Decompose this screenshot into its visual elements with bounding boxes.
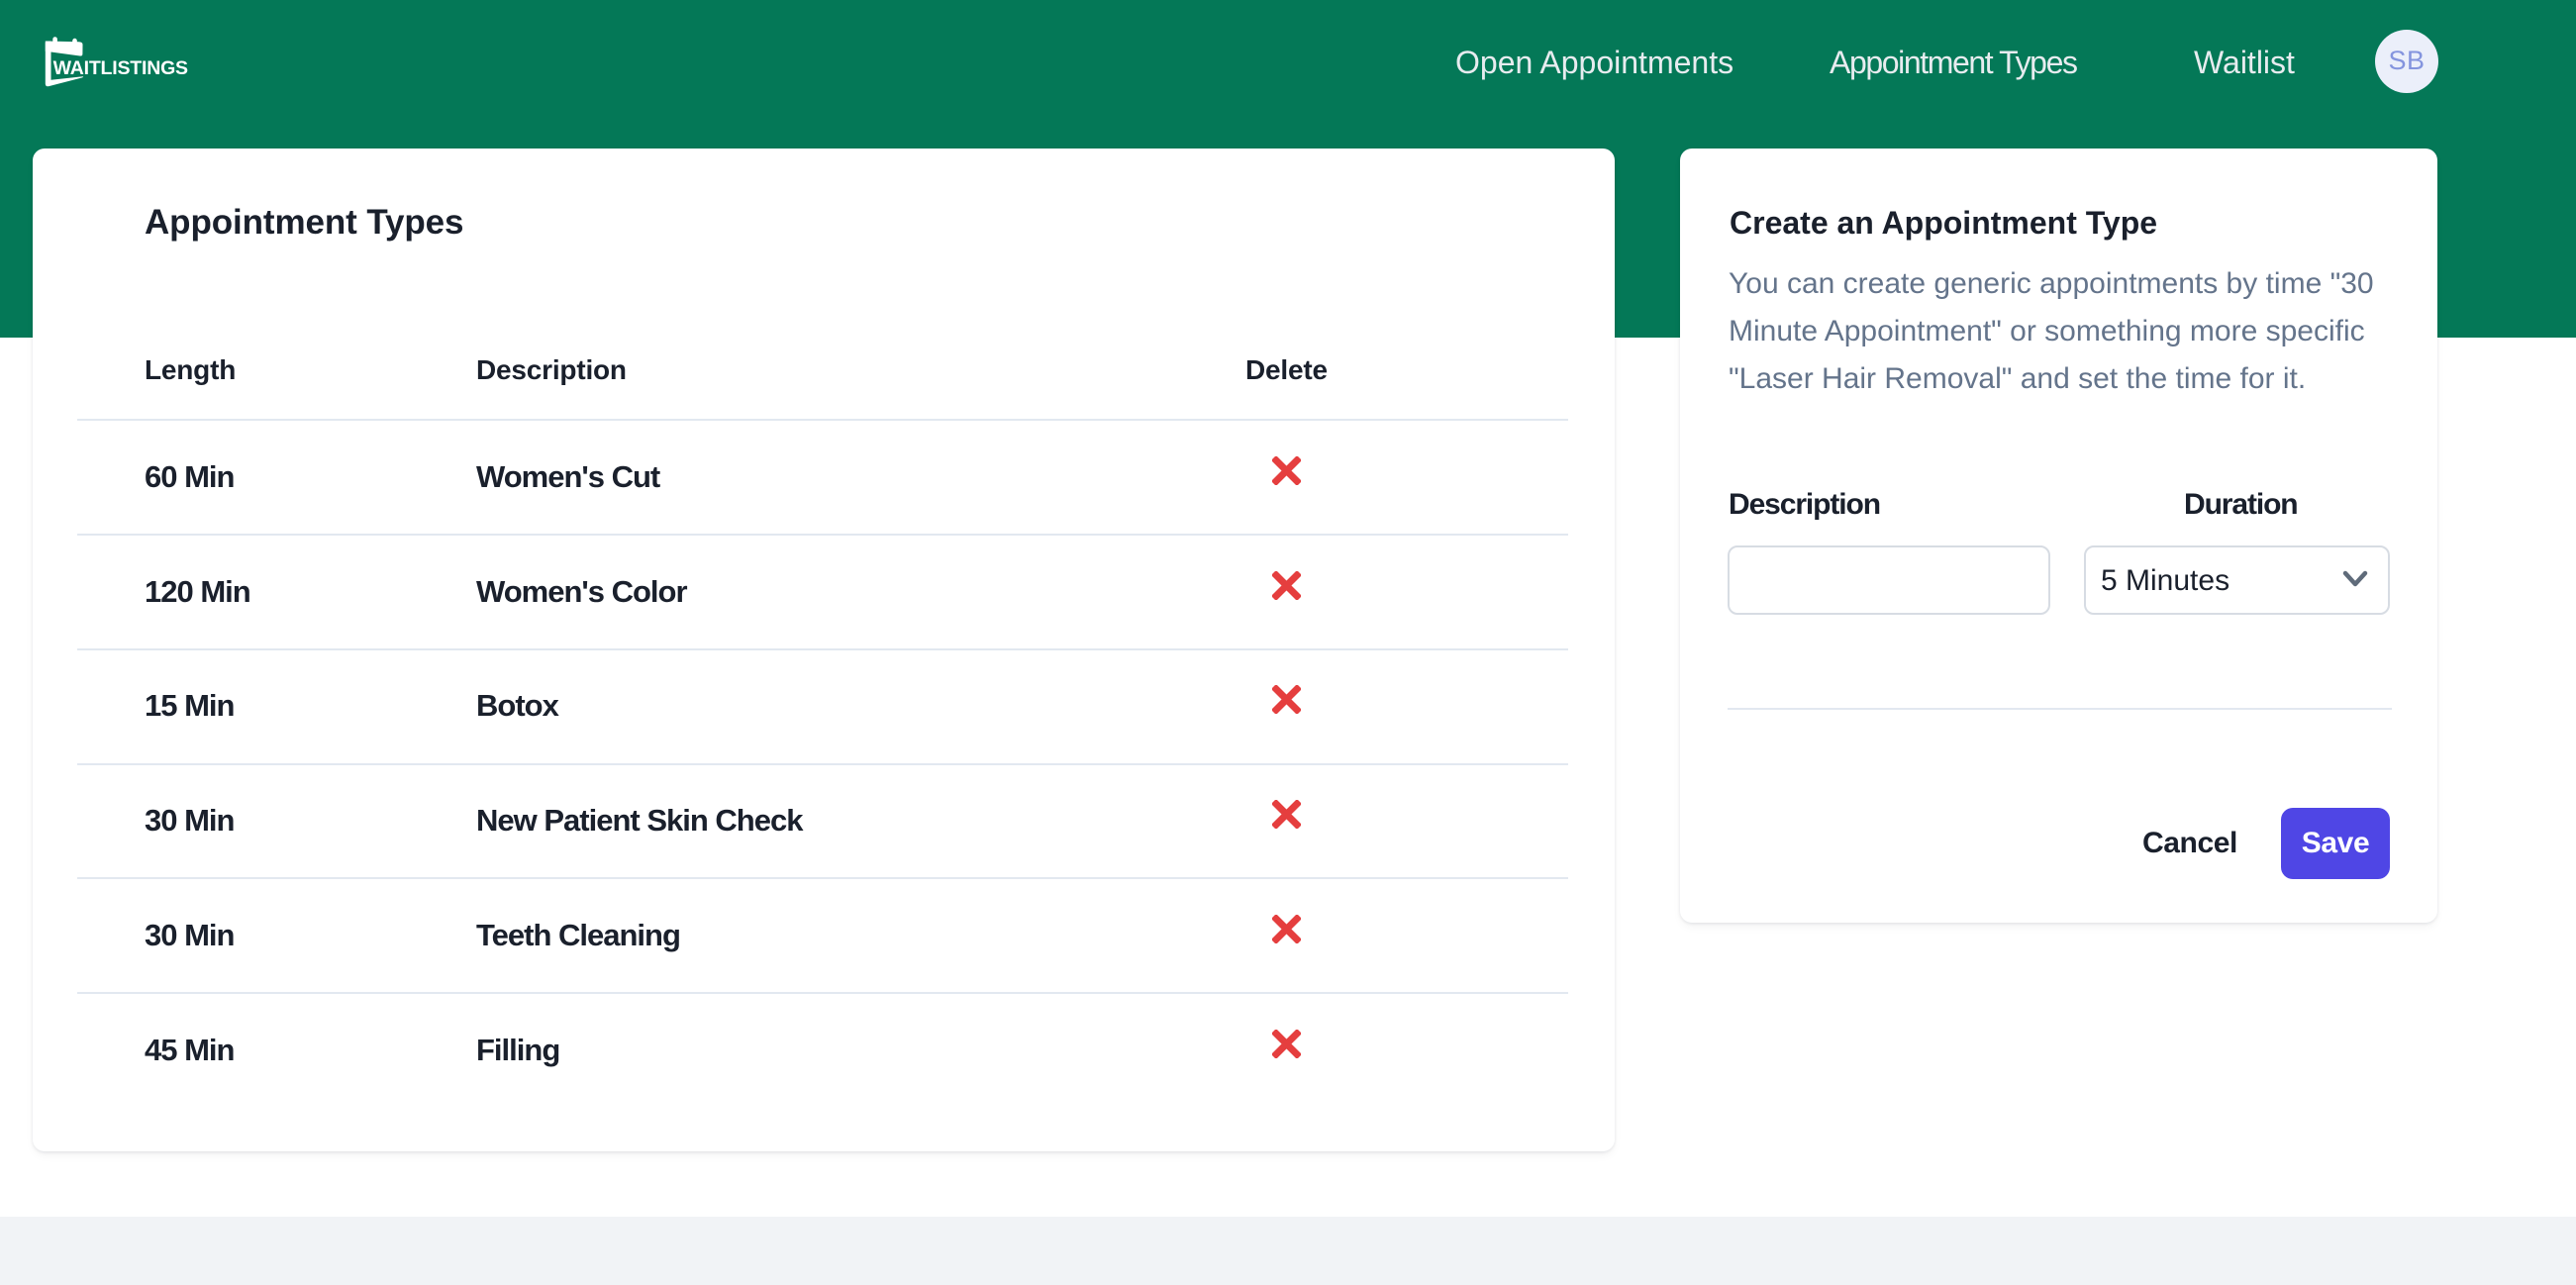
svg-text:WAITLISTINGS: WAITLISTINGS bbox=[53, 57, 188, 79]
